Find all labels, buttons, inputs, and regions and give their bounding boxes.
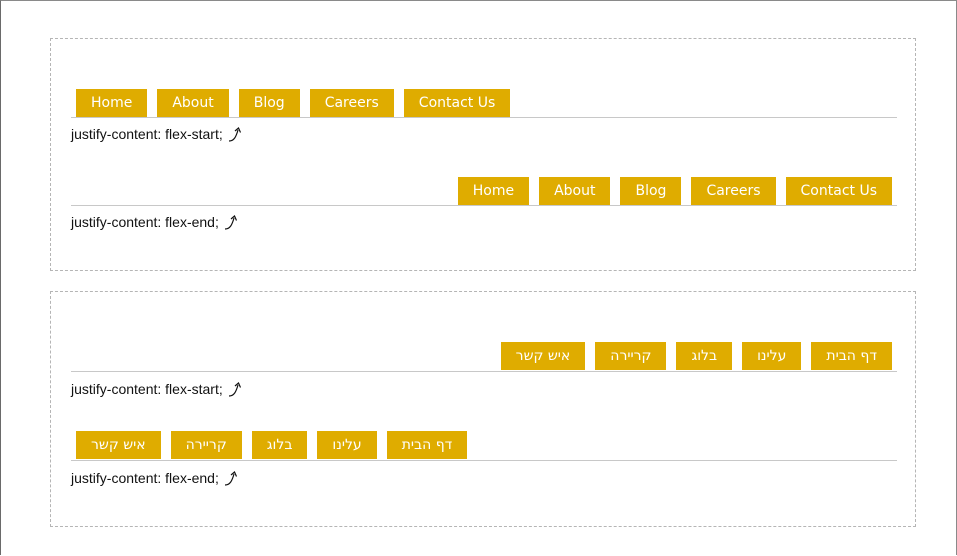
ltr-nav-flex-end: Home About Blog Careers Contact Us [71, 177, 897, 205]
ltr-start-caption-text: justify-content: flex-start; [71, 126, 223, 142]
curved-arrow-icon [224, 215, 237, 230]
ltr-start-baseline [71, 117, 897, 118]
nav-tab-home[interactable]: Home [76, 89, 148, 117]
nav-tab-careers-rtl[interactable]: קריירה [170, 431, 242, 459]
nav-tab-contact-rtl[interactable]: איש קשר [500, 342, 586, 370]
rtl-examples-panel: דף הבית עלינו בלוג קריירה איש קשר justif… [50, 291, 916, 527]
nav-tab-about-rtl[interactable]: עלינו [742, 342, 802, 370]
nav-tab-contact-rtl[interactable]: איש קשר [76, 431, 161, 459]
rtl-end-baseline [71, 460, 897, 461]
nav-tab-about-rtl[interactable]: עלינו [317, 431, 377, 459]
nav-tab-about[interactable]: About [539, 177, 611, 205]
nav-tab-blog[interactable]: Blog [620, 177, 682, 205]
nav-tab-home-rtl[interactable]: דף הבית [811, 342, 892, 370]
nav-tab-careers[interactable]: Careers [309, 89, 394, 117]
ltr-end-baseline [71, 205, 897, 206]
nav-tab-home[interactable]: Home [457, 177, 530, 205]
nav-tab-contact-us[interactable]: Contact Us [785, 177, 892, 205]
rtl-end-caption-text: justify-content: flex-end; [71, 470, 219, 486]
nav-tab-careers-rtl[interactable]: קריירה [595, 342, 667, 370]
nav-tab-blog-rtl[interactable]: בלוג [251, 431, 308, 459]
rtl-start-caption-text: justify-content: flex-start; [71, 381, 223, 397]
ltr-start-caption: justify-content: flex-start; [71, 124, 245, 144]
rtl-nav-flex-start: דף הבית עלינו בלוג קריירה איש קשר [71, 342, 897, 370]
ltr-end-caption: justify-content: flex-end; [71, 212, 241, 232]
ltr-end-caption-text: justify-content: flex-end; [71, 214, 219, 230]
rtl-end-caption: justify-content: flex-end; [71, 468, 241, 488]
nav-tab-careers[interactable]: Careers [691, 177, 776, 205]
nav-tab-blog[interactable]: Blog [238, 89, 300, 117]
rtl-start-baseline [71, 371, 897, 372]
nav-tab-home-rtl[interactable]: דף הבית [386, 431, 468, 459]
curved-arrow-icon [224, 471, 237, 486]
nav-tab-contact-us[interactable]: Contact Us [403, 89, 511, 117]
ltr-examples-panel: Home About Blog Careers Contact Us justi… [50, 38, 916, 271]
rtl-nav-flex-end: דף הבית עלינו בלוג קריירה איש קשר [71, 431, 897, 459]
curved-arrow-icon [228, 127, 241, 142]
nav-tab-about[interactable]: About [157, 89, 229, 117]
figure-frame: Home About Blog Careers Contact Us justi… [0, 0, 957, 555]
ltr-nav-flex-start: Home About Blog Careers Contact Us [71, 89, 897, 117]
rtl-start-caption: justify-content: flex-start; [71, 379, 245, 399]
curved-arrow-icon [228, 382, 241, 397]
nav-tab-blog-rtl[interactable]: בלוג [676, 342, 733, 370]
